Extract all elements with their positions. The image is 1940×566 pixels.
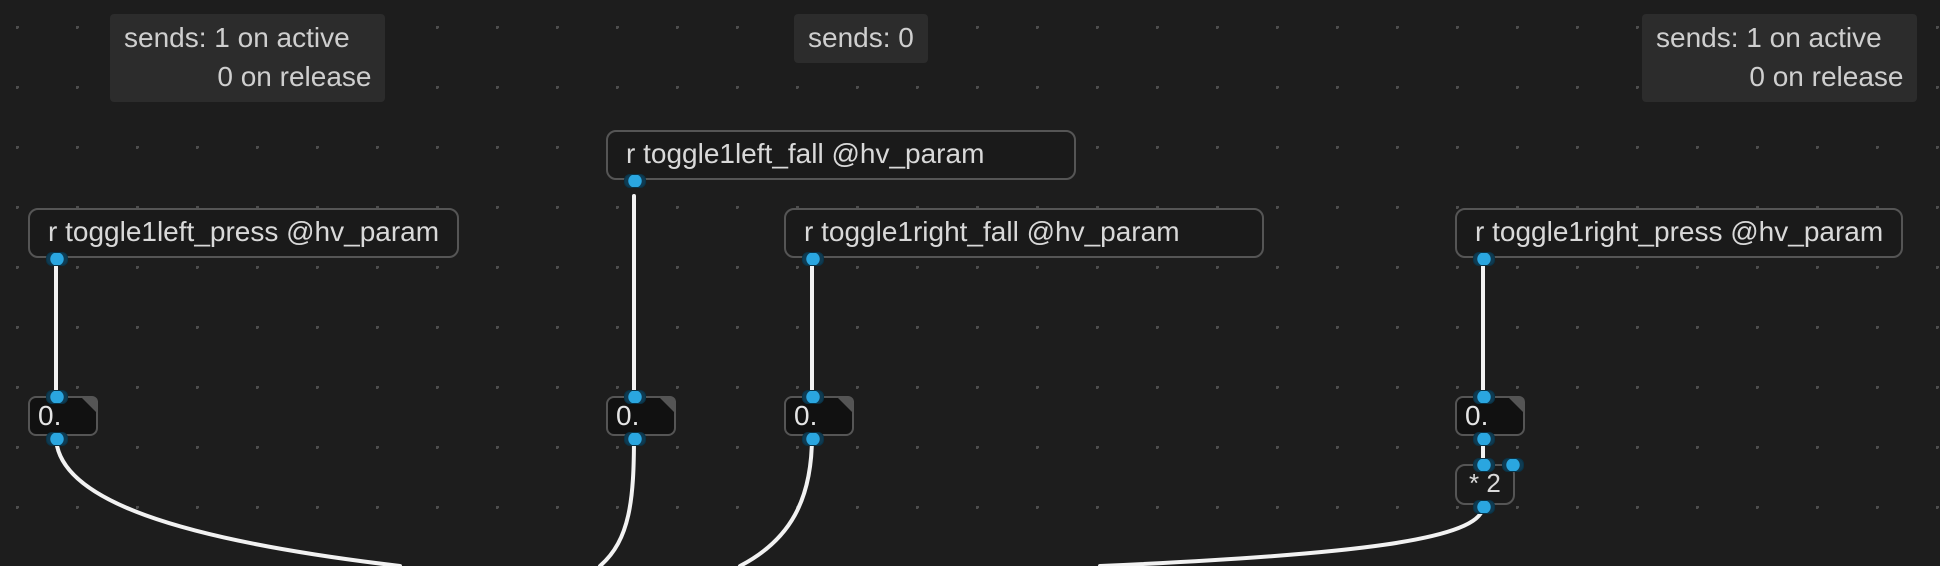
- inlet[interactable]: [1502, 458, 1524, 472]
- receive-toggle1right-fall[interactable]: r toggle1right_fall @hv_param: [784, 208, 1264, 258]
- outlet[interactable]: [1473, 500, 1495, 514]
- comment-right-press: sends: 1 on active 0 on release: [1642, 14, 1917, 102]
- inlet[interactable]: [802, 390, 824, 404]
- outlet[interactable]: [46, 432, 68, 446]
- inlet[interactable]: [624, 390, 646, 404]
- outlet[interactable]: [802, 432, 824, 446]
- outlet[interactable]: [624, 432, 646, 446]
- receive-toggle1right-press[interactable]: r toggle1right_press @hv_param: [1455, 208, 1903, 258]
- outlet[interactable]: [1473, 252, 1495, 266]
- receive-toggle1left-fall[interactable]: r toggle1left_fall @hv_param: [606, 130, 1076, 180]
- outlet[interactable]: [802, 252, 824, 266]
- outlet[interactable]: [624, 174, 646, 188]
- comment-center-fall: sends: 0: [794, 14, 928, 63]
- patcher-canvas[interactable]: sends: 1 on active 0 on release sends: 0…: [0, 0, 1940, 566]
- outlet[interactable]: [1473, 432, 1495, 446]
- comment-left-press: sends: 1 on active 0 on release: [110, 14, 385, 102]
- inlet[interactable]: [46, 390, 68, 404]
- outlet[interactable]: [46, 252, 68, 266]
- receive-toggle1left-press[interactable]: r toggle1left_press @hv_param: [28, 208, 459, 258]
- inlet[interactable]: [1473, 458, 1495, 472]
- inlet[interactable]: [1473, 390, 1495, 404]
